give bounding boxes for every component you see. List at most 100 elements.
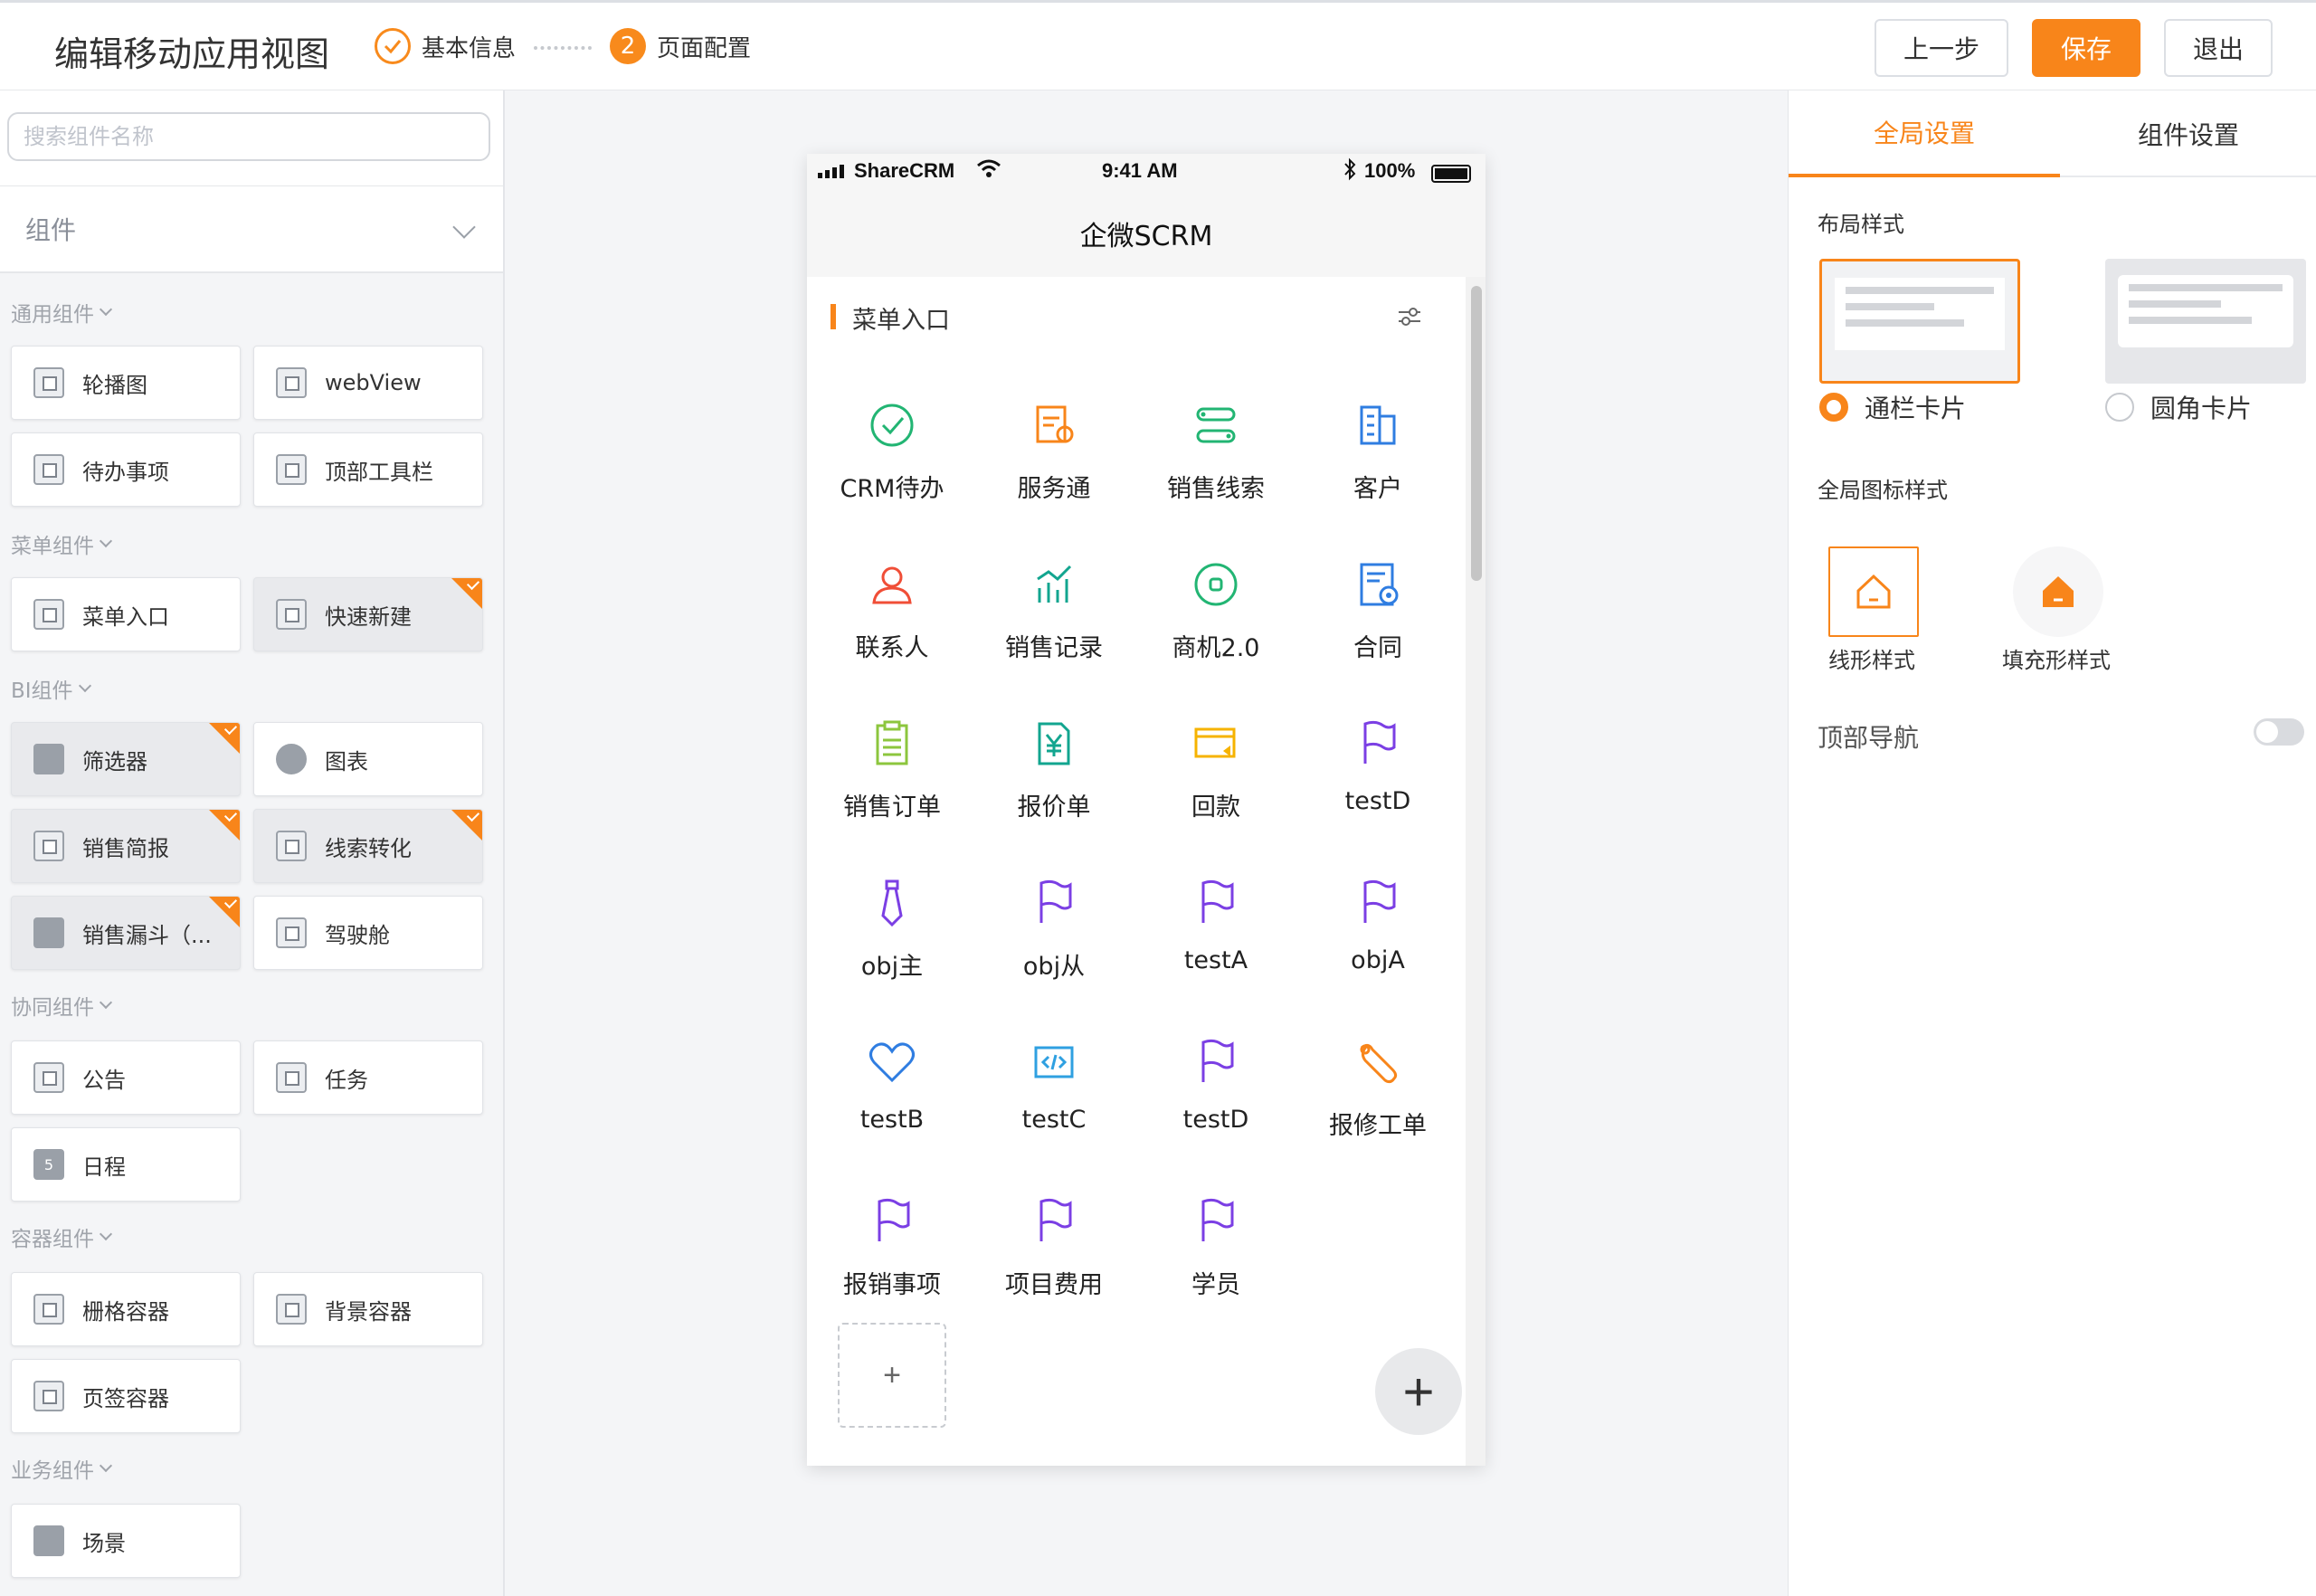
page-title: 编辑移动应用视图 [54, 34, 330, 74]
radio-rounded-card[interactable]: 圆角卡片 [2105, 389, 2252, 425]
menu-item[interactable]: 销售订单 [815, 715, 969, 841]
funnel-icon [33, 917, 64, 948]
menu-item[interactable]: objA [1301, 874, 1455, 1001]
component-card[interactable]: 背景容器 [253, 1272, 483, 1346]
component-card[interactable]: 场景 [11, 1504, 241, 1578]
component-card[interactable]: 图表 [253, 722, 483, 796]
menu-item[interactable]: testC [977, 1033, 1131, 1160]
menu-item[interactable]: 合同 [1301, 556, 1455, 682]
calendar-icon: 5 [33, 1149, 64, 1180]
menu-item[interactable]: testB [815, 1033, 969, 1160]
icon-style-fill[interactable] [2013, 546, 2103, 637]
component-card[interactable]: 任务 [253, 1040, 483, 1115]
step-number: 2 [610, 28, 646, 64]
wifi-icon [975, 157, 1002, 185]
component-icon [276, 599, 307, 630]
icon-style-fill-label: 填充形样式 [2002, 648, 2111, 673]
flag-icon [1201, 879, 1234, 923]
menu-item[interactable]: 客户 [1301, 396, 1455, 523]
wrench-icon [1360, 1043, 1398, 1084]
layout-thumb-full[interactable] [1819, 259, 2020, 384]
group-label-common[interactable]: 通用组件 [11, 297, 113, 328]
component-card-used[interactable]: 销售漏斗（... [11, 896, 241, 970]
component-card[interactable]: 公告 [11, 1040, 241, 1115]
exit-button[interactable]: 退出 [2164, 19, 2273, 77]
component-card[interactable]: 顶部工具栏 [253, 432, 483, 507]
step-page-config[interactable]: 2 页面配置 [610, 28, 751, 64]
layout-thumb-rounded[interactable] [2105, 259, 2306, 384]
component-card[interactable]: 页签容器 [11, 1359, 241, 1433]
component-card[interactable]: 栅格容器 [11, 1272, 241, 1346]
menu-item[interactable]: 服务通 [977, 396, 1131, 523]
search-bar [0, 90, 503, 186]
menu-item[interactable]: 回款 [1139, 715, 1293, 841]
heart-icon [869, 1042, 915, 1083]
component-card[interactable]: webView [253, 346, 483, 420]
filter-icon [33, 744, 64, 774]
flag-icon [1201, 1198, 1234, 1241]
group-label-container[interactable]: 容器组件 [11, 1221, 113, 1252]
menu-item[interactable]: 学员 [1139, 1192, 1293, 1319]
search-input[interactable] [7, 112, 490, 161]
component-icon [276, 1294, 307, 1325]
group-label-menu[interactable]: 菜单组件 [11, 528, 113, 559]
menu-item[interactable]: testD [1139, 1033, 1293, 1160]
component-icon [33, 599, 64, 630]
component-card-used[interactable]: 快速新建 [253, 577, 483, 651]
icon-style-title: 全局图标样式 [1818, 478, 1948, 503]
component-card[interactable]: 驾驶舱 [253, 896, 483, 970]
menu-entry-header[interactable]: 菜单入口 [807, 277, 1458, 358]
tab-component-settings[interactable]: 组件设置 [2053, 90, 2316, 177]
menu-item[interactable]: testA [1139, 874, 1293, 1001]
menu-item[interactable]: 销售记录 [977, 556, 1131, 682]
component-card[interactable]: 5 日程 [11, 1127, 241, 1202]
radio-full-card[interactable]: 通栏卡片 [1819, 389, 1966, 425]
component-card-used[interactable]: 销售简报 [11, 809, 241, 883]
select-value: 组件 [25, 215, 77, 245]
component-card[interactable]: 待办事项 [11, 432, 241, 507]
settings-panel: 全局设置 组件设置 布局样式 通栏卡片 圆角卡片 全局图标样式 线形样式 填充形… [1788, 90, 2316, 1596]
component-panel: 组件 通用组件 轮播图 webView 待办事项 顶部工具栏 菜单组件 菜单入口… [0, 90, 505, 1596]
group-label-business[interactable]: 业务组件 [11, 1453, 113, 1484]
menu-item[interactable]: 联系人 [815, 556, 969, 682]
component-card[interactable]: 菜单入口 [11, 577, 241, 651]
add-menu-item-button[interactable]: + [838, 1323, 946, 1428]
component-icon [33, 1294, 64, 1325]
settings-sliders-icon[interactable] [1397, 304, 1422, 329]
flag-icon [1039, 1198, 1072, 1241]
component-icon [276, 917, 307, 948]
save-button[interactable]: 保存 [2032, 19, 2140, 77]
menu-item[interactable]: 报销事项 [815, 1192, 969, 1319]
tab-global-settings[interactable]: 全局设置 [1789, 90, 2060, 177]
menu-item[interactable]: 项目费用 [977, 1192, 1131, 1319]
component-card[interactable]: 轮播图 [11, 346, 241, 420]
caret-down-icon [78, 679, 91, 693]
layout-preview [1835, 278, 2005, 350]
menu-item[interactable]: CRM待办 [815, 396, 969, 523]
sales-order-icon [876, 720, 908, 765]
prev-button[interactable]: 上一步 [1875, 19, 2008, 77]
check-circle-icon [870, 404, 914, 447]
menu-item[interactable]: obj从 [977, 874, 1131, 1001]
menu-item[interactable]: 商机2.0 [1139, 556, 1293, 682]
menu-item[interactable]: testD [1301, 715, 1455, 841]
component-type-select[interactable]: 组件 [0, 186, 503, 273]
menu-item[interactable]: 报价单 [977, 715, 1131, 841]
group-label-collab[interactable]: 协同组件 [11, 990, 113, 1021]
component-card-used[interactable]: 线索转化 [253, 809, 483, 883]
menu-item[interactable]: 报修工单 [1301, 1033, 1455, 1160]
menu-item[interactable]: 销售线索 [1139, 396, 1293, 523]
component-card-used[interactable]: 筛选器 [11, 722, 241, 796]
icon-style-line[interactable] [1828, 546, 1919, 637]
radio-selected-icon [1819, 393, 1848, 422]
group-label-bi[interactable]: BI组件 [11, 673, 91, 704]
scrollbar-thumb[interactable] [1471, 286, 1482, 581]
step-basic-info[interactable]: 基本信息 [375, 28, 516, 64]
scrollbar[interactable] [1466, 277, 1485, 1466]
component-icon [276, 831, 307, 861]
floating-add-button[interactable]: + [1375, 1348, 1462, 1435]
top-nav-toggle[interactable] [2254, 718, 2304, 746]
component-icon [33, 367, 64, 398]
section-marker [831, 304, 836, 329]
menu-item[interactable]: obj主 [815, 874, 969, 1001]
